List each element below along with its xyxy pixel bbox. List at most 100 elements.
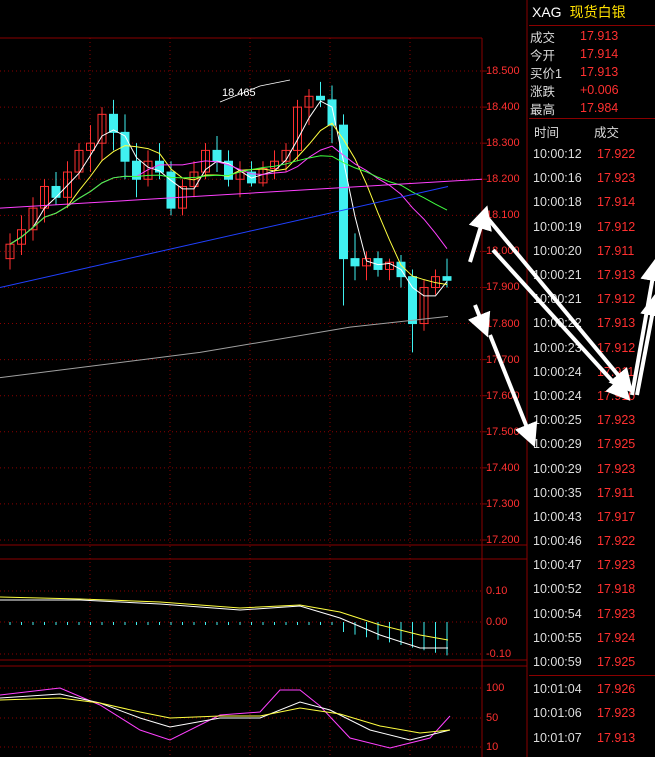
tick-row: 10:00:18 17.914 <box>529 190 655 214</box>
tick-row: 10:01:07 17.913 <box>529 726 655 750</box>
tick-row: 10:00:43 17.917 <box>529 505 655 529</box>
tick-row: 10:00:46 17.922 <box>529 529 655 553</box>
ticks-price-header: 成交 <box>594 125 620 140</box>
candle-body <box>51 185 61 198</box>
peak-price-label: 18.465 <box>222 87 256 99</box>
ticks-list[interactable]: 10:00:12 17.922 10:00:16 17.923 10:00:18 17.9… <box>529 142 655 750</box>
kdj-tick-label: 100 <box>486 682 505 694</box>
tick-time: 10:00:25 <box>533 413 582 428</box>
divider <box>529 675 655 677</box>
tick-row: 10:00:59 17.925 <box>529 650 655 674</box>
candle-body <box>442 276 452 281</box>
tick-price: 17.925 <box>597 437 636 452</box>
tick-time: 10:00:19 <box>533 219 582 234</box>
quote-label: 涨跌 <box>530 84 556 99</box>
tick-row: 10:00:24 17.911 <box>529 360 655 384</box>
kdj-d-line <box>0 697 451 734</box>
y-tick-label: 17.300 <box>486 497 520 510</box>
quote-label: 今开 <box>530 48 556 63</box>
tick-time: 10:00:12 <box>533 147 582 162</box>
tick-row: 10:00:21 17.912 <box>529 287 655 311</box>
tick-time: 10:01:04 <box>533 682 582 697</box>
tick-price: 17.923 <box>597 606 636 621</box>
y-tick-label: 18.400 <box>486 101 520 114</box>
tick-price: 17.912 <box>597 340 636 355</box>
tick-row: 10:01:04 17.926 <box>529 677 655 701</box>
quote-panel: XAG 现货白银 成交 17.913 今开 17.914 买价1 17.913 涨跌 +0.0… <box>529 0 655 757</box>
tick-price: 17.926 <box>597 682 636 697</box>
y-tick-label: 18.000 <box>486 245 520 258</box>
quote-row: 涨跌 +0.006 <box>529 81 655 99</box>
tick-price: 17.914 <box>597 195 636 210</box>
tick-price: 17.923 <box>597 171 636 186</box>
tick-price: 17.910 <box>597 388 636 403</box>
quote-value: 17.914 <box>580 47 619 61</box>
y-tick-label: 17.600 <box>486 389 520 402</box>
tick-price: 17.918 <box>597 582 636 597</box>
tick-row: 10:01:06 17.923 <box>529 701 655 725</box>
tick-row: 10:00:20 17.911 <box>529 239 655 263</box>
tick-row: 10:00:19 17.912 <box>529 215 655 239</box>
y-tick-label: 17.200 <box>486 534 520 546</box>
tick-price: 17.917 <box>597 509 636 524</box>
tick-price: 17.924 <box>597 630 636 645</box>
y-tick-label: 18.200 <box>486 173 520 186</box>
y-tick-label: 17.400 <box>486 461 520 474</box>
tick-price: 17.911 <box>597 364 635 379</box>
y-tick-label: 17.800 <box>486 317 520 330</box>
y-tick-label: 18.500 <box>486 65 520 78</box>
tick-time: 10:00:16 <box>533 171 582 186</box>
tick-price: 17.922 <box>597 534 636 549</box>
tick-row: 10:00:22 17.913 <box>529 311 655 335</box>
quote-value: 17.984 <box>580 101 619 115</box>
tick-row: 10:00:24 17.910 <box>529 384 655 408</box>
quote-summary: 成交 17.913 今开 17.914 买价1 17.913 涨跌 +0.006 最高 17.98… <box>529 27 655 117</box>
tick-time: 10:00:18 <box>533 195 582 210</box>
tick-time: 10:00:24 <box>533 364 582 379</box>
tick-time: 10:00:35 <box>533 485 582 500</box>
y-tick-label: 18.100 <box>486 209 520 222</box>
tick-time: 10:00:24 <box>533 388 582 403</box>
quote-value: 17.913 <box>580 29 619 43</box>
macd-tick-label: -0.10 <box>486 648 512 660</box>
tick-price: 17.923 <box>597 461 636 476</box>
ticks-header: 时间 成交 <box>529 120 655 142</box>
tick-time: 10:00:21 <box>533 292 582 307</box>
tick-price: 17.922 <box>597 147 636 162</box>
tick-time: 10:00:29 <box>533 461 582 476</box>
tick-row: 10:00:29 17.925 <box>529 432 655 456</box>
kdj-tick-label: 50 <box>486 712 499 724</box>
kline-chart-area[interactable]: 18.465 18.500 18.400 18.300 18.200 18.100 18.… <box>0 0 528 757</box>
quote-label: 买价1 <box>530 66 562 81</box>
tick-row: 10:00:52 17.918 <box>529 577 655 601</box>
symbol-code: XAG <box>532 4 562 20</box>
tick-price: 17.912 <box>597 292 636 307</box>
tick-time: 10:00:29 <box>533 437 582 452</box>
quote-row: 今开 17.914 <box>529 45 655 63</box>
kline-chart <box>0 0 528 757</box>
tick-row: 10:00:54 17.923 <box>529 602 655 626</box>
divider <box>529 118 655 119</box>
tick-time: 10:00:21 <box>533 268 582 283</box>
tick-price: 17.912 <box>597 219 636 234</box>
quote-label: 成交 <box>530 30 556 45</box>
tick-row: 10:00:47 17.923 <box>529 553 655 577</box>
quote-value: 17.913 <box>580 65 619 79</box>
quote-label: 最高 <box>530 102 556 117</box>
quote-value: +0.006 <box>580 83 619 97</box>
tick-time: 10:00:43 <box>533 509 582 524</box>
tick-price: 17.913 <box>597 316 636 331</box>
y-tick-label: 17.900 <box>486 281 520 294</box>
tick-time: 10:00:55 <box>533 630 582 645</box>
quote-row: 买价1 17.913 <box>529 63 655 81</box>
tick-price: 17.923 <box>597 413 636 428</box>
macd-tick-label: 0.10 <box>486 585 508 597</box>
symbol-name: 现货白银 <box>569 4 626 20</box>
tick-time: 10:00:47 <box>533 558 582 573</box>
quote-title: XAG 现货白银 <box>529 0 655 24</box>
tick-row: 10:00:35 17.911 <box>529 481 655 505</box>
tick-row: 10:00:29 17.923 <box>529 456 655 480</box>
tick-row: 10:00:23 17.912 <box>529 336 655 360</box>
candle-body <box>350 258 360 267</box>
y-tick-label: 17.500 <box>486 425 520 438</box>
